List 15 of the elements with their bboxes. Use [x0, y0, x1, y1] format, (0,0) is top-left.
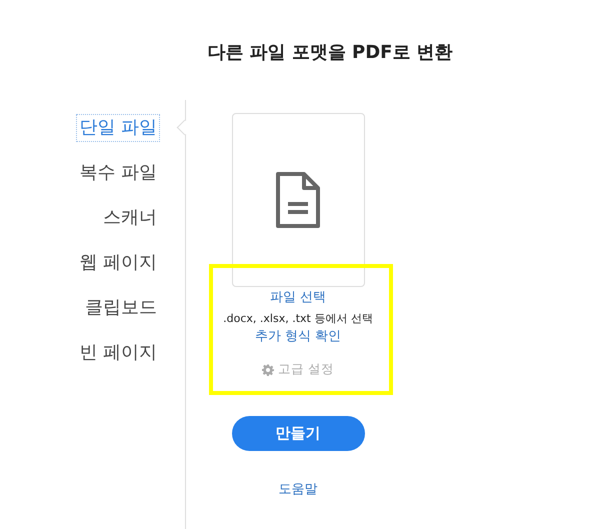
help-link[interactable]: 도움말 — [278, 481, 318, 499]
sidebar-item[interactable]: 복수 파일 — [76, 159, 160, 187]
select-file-link[interactable]: 파일 선택 — [270, 289, 326, 307]
settings-icon — [262, 364, 274, 376]
sidebar-item[interactable]: 스캐너 — [100, 204, 160, 232]
sidebar-item[interactable]: 빈 페이지 — [76, 339, 160, 367]
sidebar-item[interactable]: 단일 파일 — [76, 114, 160, 142]
file-drop-card[interactable] — [232, 113, 364, 287]
sidebar-item[interactable]: 클립보드 — [82, 294, 160, 322]
file-types-hint: .docx, .xlsx, .txt 등에서 선택 — [223, 311, 373, 327]
create-button[interactable]: 만들기 — [232, 416, 364, 451]
more-formats-link[interactable]: 추가 형식 확인 — [254, 328, 342, 346]
document-icon — [274, 170, 322, 230]
sidebar-item[interactable]: 웹 페이지 — [76, 249, 160, 277]
page-title: 다른 파일 포맷을 PDF로 변환 — [206, 41, 454, 65]
